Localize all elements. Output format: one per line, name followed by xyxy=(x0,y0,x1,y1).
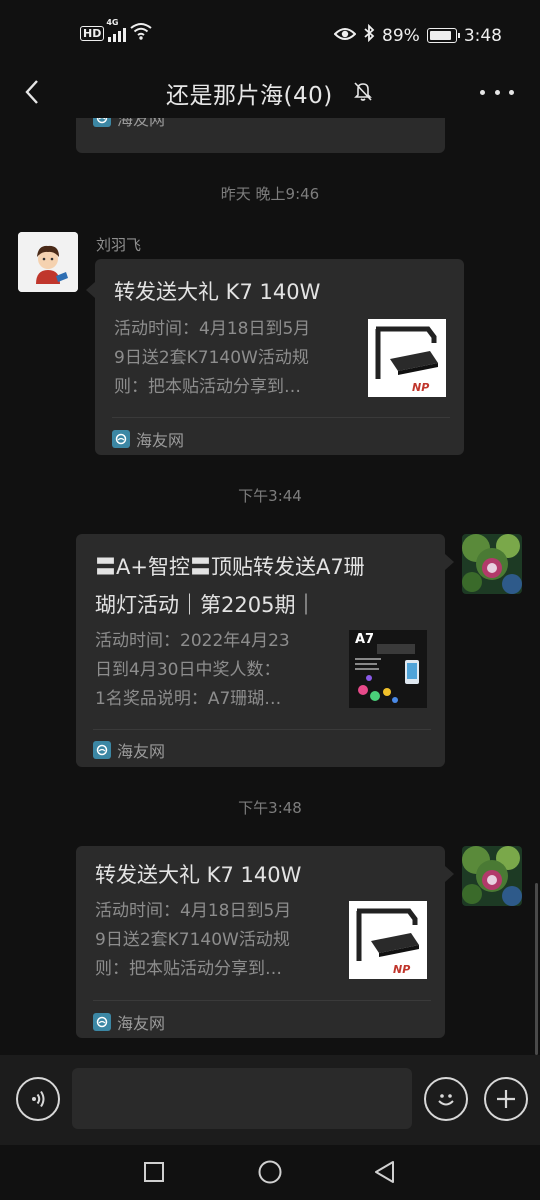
eye-icon xyxy=(333,26,357,46)
source-label: 海友网 xyxy=(136,431,185,450)
source-logo-icon xyxy=(93,741,111,759)
more-icon xyxy=(480,89,485,95)
plus-button[interactable] xyxy=(484,1077,528,1121)
status-bar: HD 4G 89% 3:48 xyxy=(0,0,540,66)
home-icon xyxy=(258,1160,282,1184)
thumbnail-label: A7 xyxy=(355,632,375,647)
chat-messages[interactable]: 海友网 昨天 晚上9:46 刘羽飞 转发送大礼 K7 140W 活动时间：4月1… xyxy=(0,118,540,1055)
bubble-tail xyxy=(445,554,454,570)
bluetooth-icon xyxy=(363,23,375,47)
message-card[interactable]: 海友网 xyxy=(76,118,445,153)
system-back-button[interactable] xyxy=(370,1157,400,1187)
my-avatar[interactable] xyxy=(462,846,522,906)
source-logo-icon xyxy=(93,118,111,127)
card-source: 海友网 xyxy=(93,1010,165,1034)
bubble-tail xyxy=(86,282,95,298)
emoji-icon xyxy=(438,1094,454,1106)
timestamp: 下午3:48 xyxy=(238,799,302,817)
timestamp: 昨天 晚上9:46 xyxy=(220,185,320,203)
status-right: 89% 3:48 xyxy=(333,23,502,47)
message-card[interactable]: 转发送大礼 K7 140W 活动时间：4月18日到5月 9日送2套K7140W活… xyxy=(95,259,464,455)
back-icon xyxy=(375,1161,394,1183)
source-label: 海友网 xyxy=(117,118,166,129)
card-title: 转发送大礼 K7 140W xyxy=(95,863,302,887)
sender-name: 刘羽飞 xyxy=(96,236,142,254)
battery-percent: 89% xyxy=(382,25,420,46)
more-button[interactable] xyxy=(480,78,514,106)
card-desc-line: 1名奖品说明：A7珊瑚… xyxy=(95,689,282,709)
message-card[interactable]: 转发送大礼 K7 140W 活动时间：4月18日到5月 9日送2套K7140W活… xyxy=(76,846,445,1038)
message-input[interactable] xyxy=(72,1068,412,1129)
bubble-tail xyxy=(445,866,454,882)
voice-icon xyxy=(32,1090,45,1108)
card-source: 海友网 xyxy=(93,738,165,762)
mute-bell-icon xyxy=(352,80,374,106)
card-thumbnail: A7 xyxy=(349,630,427,708)
card-desc-line: 则：把本贴活动分享到… xyxy=(95,959,282,979)
my-avatar[interactable] xyxy=(462,534,522,594)
card-thumbnail: NP xyxy=(368,319,446,397)
navigation-bar xyxy=(0,1145,540,1200)
recent-apps-button[interactable] xyxy=(139,1157,169,1187)
card-desc-line: 则：把本贴活动分享到… xyxy=(114,377,301,397)
message-card[interactable]: 〓A+智控〓顶贴转发送A7珊 瑚灯活动｜第2205期｜ 活动时间：2022年4月… xyxy=(76,534,445,767)
voice-button[interactable] xyxy=(16,1077,60,1121)
card-title: 瑚灯活动｜第2205期｜ xyxy=(95,593,317,617)
card-divider xyxy=(93,1000,431,1001)
card-title: 转发送大礼 K7 140W xyxy=(114,280,321,304)
recent-apps-icon xyxy=(144,1162,164,1182)
card-desc-line: 9日送2套K7140W活动规 xyxy=(114,348,309,368)
card-divider xyxy=(93,729,431,730)
source-logo-icon xyxy=(93,1013,111,1031)
clock: 3:48 xyxy=(463,25,502,46)
back-arrow-icon xyxy=(25,80,38,104)
status-left: HD 4G xyxy=(80,18,152,44)
source-label: 海友网 xyxy=(117,1014,166,1033)
card-desc-line: 日到4月30日中奖人数： xyxy=(95,660,281,680)
card-desc-line: 活动时间：4月18日到5月 xyxy=(114,319,311,339)
hd-badge: HD xyxy=(80,25,105,41)
card-desc-line: 活动时间：4月18日到5月 xyxy=(95,901,292,921)
card-thumbnail: NP xyxy=(349,901,427,979)
card-desc-line: 活动时间：2022年4月23 xyxy=(95,631,290,651)
back-button[interactable] xyxy=(12,72,52,112)
card-desc-line: 9日送2套K7140W活动规 xyxy=(95,930,290,950)
plus-icon xyxy=(497,1090,515,1108)
avatar[interactable] xyxy=(18,232,78,292)
card-source: 海友网 xyxy=(93,118,165,130)
chat-header: 还是那片海(40) xyxy=(0,66,540,118)
emoji-button[interactable] xyxy=(424,1077,468,1121)
signal-icon: 4G xyxy=(106,18,127,42)
source-label: 海友网 xyxy=(117,742,166,761)
home-button[interactable] xyxy=(255,1157,285,1187)
card-divider xyxy=(112,417,450,418)
source-logo-icon xyxy=(112,430,130,448)
battery-level xyxy=(429,31,452,40)
timestamp: 下午3:44 xyxy=(238,487,302,505)
svg-text:NP: NP xyxy=(393,963,410,976)
input-bar xyxy=(0,1055,540,1145)
battery-icon xyxy=(426,28,460,43)
scrollbar[interactable] xyxy=(535,883,538,1055)
wifi-icon xyxy=(130,22,152,44)
chat-title[interactable]: 还是那片海(40) xyxy=(166,76,333,110)
network-type: 4G xyxy=(106,18,119,27)
card-title: 〓A+智控〓顶贴转发送A7珊 xyxy=(95,555,365,579)
card-source: 海友网 xyxy=(112,427,184,451)
svg-text:NP: NP xyxy=(412,381,429,394)
